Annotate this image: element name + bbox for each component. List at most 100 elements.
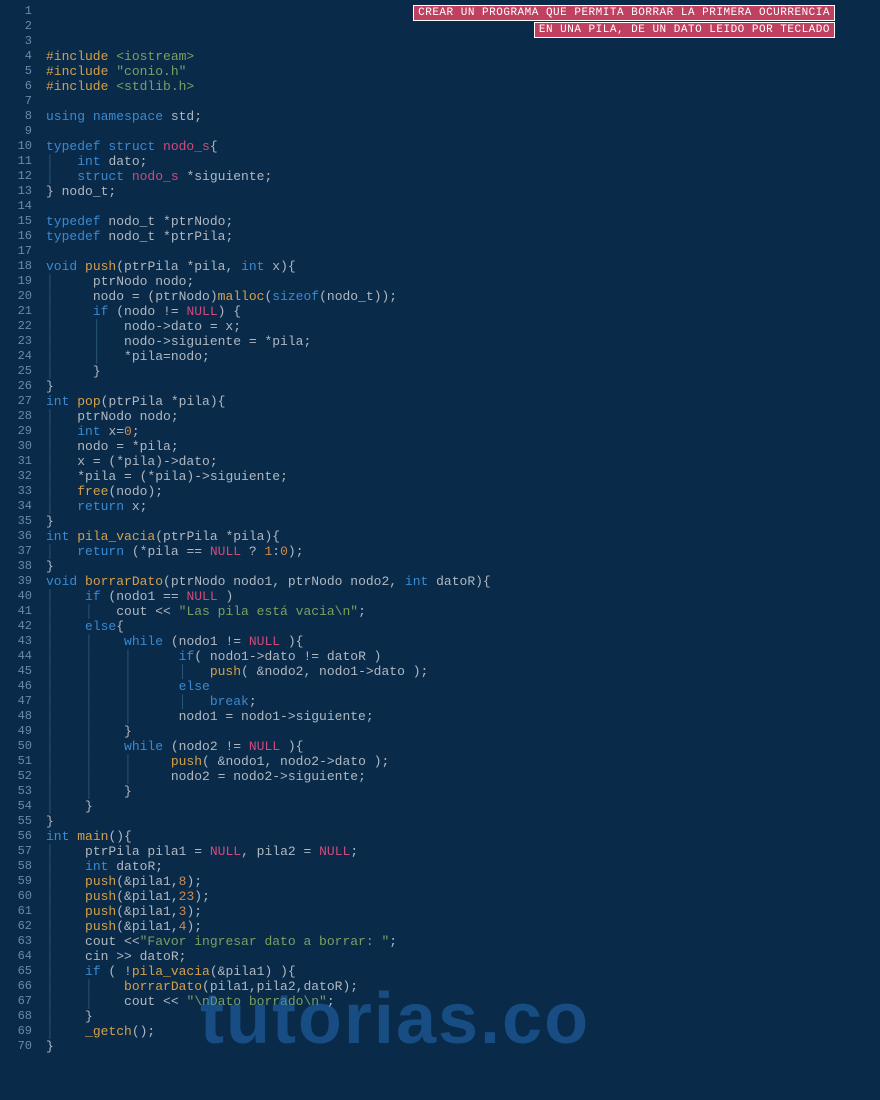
code-line[interactable]: │ nodo = *pila; [46,439,880,454]
code-line[interactable]: │ cout <<"Favor ingresar dato a borrar: … [46,934,880,949]
code-line[interactable]: } [46,559,880,574]
token-op: } [46,184,62,199]
code-line[interactable] [46,244,880,259]
token-ident: ptrPila *pila [108,394,209,409]
code-line[interactable]: │ push(&pila1,4); [46,919,880,934]
code-line[interactable]: } [46,379,880,394]
code-line[interactable]: int pop(ptrPila *pila){ [46,394,880,409]
code-line[interactable]: #include <stdlib.h> [46,79,880,94]
code-line[interactable]: #include <iostream> [46,49,880,64]
code-line[interactable]: │ return x; [46,499,880,514]
code-line[interactable]: int pila_vacia(ptrPila *pila){ [46,529,880,544]
code-line[interactable]: │ } [46,364,880,379]
line-number: 28 [0,409,32,424]
token-guide: │ │ [46,634,124,649]
token-op: ; [225,229,233,244]
code-line[interactable]: │ push(&pila1,23); [46,889,880,904]
code-line[interactable]: │ │ } [46,724,880,739]
token-guide: │ │ │ [46,709,179,724]
code-line[interactable]: int main(){ [46,829,880,844]
code-line[interactable]: } [46,1039,880,1054]
token-ident: nodo->siguiente = *pila [124,334,303,349]
code-line[interactable]: │ push(&pila1,8); [46,874,880,889]
token-num: 0 [280,544,288,559]
token-kw: while [124,634,171,649]
line-number: 25 [0,364,32,379]
token-str: "Las pila está vacia\n" [179,604,358,619]
code-line[interactable] [46,199,880,214]
line-number: 15 [0,214,32,229]
code-line[interactable]: │ │ │ else [46,679,880,694]
line-number: 33 [0,484,32,499]
code-line[interactable]: │ ptrPila pila1 = NULL, pila2 = NULL; [46,844,880,859]
code-line[interactable]: │ ptrNodo nodo; [46,274,880,289]
code-line[interactable]: │ │ nodo->siguiente = *pila; [46,334,880,349]
line-number: 46 [0,679,32,694]
line-number: 23 [0,334,32,349]
code-line[interactable]: │ if (nodo1 == NULL ) [46,589,880,604]
code-line[interactable]: │ │ cout << "\nDato borrado\n"; [46,994,880,1009]
code-line[interactable]: │ x = (*pila)->dato; [46,454,880,469]
code-line[interactable]: │ int x=0; [46,424,880,439]
code-line[interactable]: │ │ │ │ break; [46,694,880,709]
token-ident: nodo2 = nodo2->siguiente [171,769,358,784]
code-line[interactable]: │ push(&pila1,3); [46,904,880,919]
token-op: ; [358,769,366,784]
token-ident: nodo [116,484,147,499]
code-line[interactable]: │ │ while (nodo2 != NULL ){ [46,739,880,754]
line-number: 65 [0,964,32,979]
code-line[interactable]: │ │ │ nodo2 = nodo2->siguiente; [46,769,880,784]
code-line[interactable]: } nodo_t; [46,184,880,199]
code-line[interactable]: typedef struct nodo_s{ [46,139,880,154]
line-number: 63 [0,934,32,949]
code-line[interactable]: void push(ptrPila *pila, int x){ [46,259,880,274]
code-line[interactable]: │ │ │ if( nodo1->dato != datoR ) [46,649,880,664]
code-line[interactable]: │ else{ [46,619,880,634]
token-num: 23 [179,889,195,904]
code-line[interactable]: │ } [46,1009,880,1024]
code-line[interactable]: │ return (*pila == NULL ? 1:0); [46,544,880,559]
code-line[interactable]: │ if (nodo != NULL) { [46,304,880,319]
code-line[interactable] [46,124,880,139]
code-area[interactable]: CREAR UN PROGRAMA QUE PERMITA BORRAR LA … [40,0,880,1100]
code-line[interactable]: │ │ nodo->dato = x; [46,319,880,334]
token-null: NULL [210,844,241,859]
code-line[interactable]: │ │ } [46,784,880,799]
code-line[interactable]: typedef nodo_t *ptrPila; [46,229,880,244]
code-line[interactable]: │ │ │ push( &nodo1, nodo2->dato ); [46,754,880,769]
code-line[interactable]: │ │ │ │ push( &nodo2, nodo1->dato ); [46,664,880,679]
code-line[interactable]: │ │ borrarDato(pila1,pila2,datoR); [46,979,880,994]
token-kw: int [46,829,77,844]
code-line[interactable]: │ free(nodo); [46,484,880,499]
code-line[interactable]: │ *pila = (*pila)->siguiente; [46,469,880,484]
code-line[interactable]: } [46,814,880,829]
code-line[interactable] [46,94,880,109]
code-line[interactable]: using namespace std; [46,109,880,124]
code-line[interactable]: │ if ( !pila_vacia(&pila1) ){ [46,964,880,979]
code-line[interactable]: typedef nodo_t *ptrNodo; [46,214,880,229]
code-line[interactable]: │ _getch(); [46,1024,880,1039]
code-line[interactable]: │ ptrNodo nodo; [46,409,880,424]
token-guide: │ │ [46,739,124,754]
token-func: borrarDato [124,979,202,994]
token-ident: nodo1, nodo2->dato [225,754,373,769]
code-line[interactable]: } [46,514,880,529]
line-number: 61 [0,904,32,919]
code-line[interactable]: │ │ cout << "Las pila está vacia\n"; [46,604,880,619]
code-line[interactable]: │ nodo = (ptrNodo)malloc(sizeof(nodo_t))… [46,289,880,304]
code-line[interactable]: │ } [46,799,880,814]
token-ident: nodo1 = nodo1->siguiente [179,709,366,724]
code-line[interactable]: │ │ while (nodo1 != NULL ){ [46,634,880,649]
token-func: borrarDato [85,574,163,589]
code-line[interactable]: void borrarDato(ptrNodo nodo1, ptrNodo n… [46,574,880,589]
code-line[interactable]: │ struct nodo_s *siguiente; [46,169,880,184]
code-line[interactable]: #include "conio.h" [46,64,880,79]
code-line[interactable]: │ int datoR; [46,859,880,874]
token-op: ( & [241,664,264,679]
code-line[interactable]: │ │ *pila=nodo; [46,349,880,364]
token-op: ); [413,664,429,679]
code-line[interactable]: │ │ │ nodo1 = nodo1->siguiente; [46,709,880,724]
code-line[interactable]: │ cin >> datoR; [46,949,880,964]
line-number: 32 [0,469,32,484]
code-line[interactable]: │ int dato; [46,154,880,169]
